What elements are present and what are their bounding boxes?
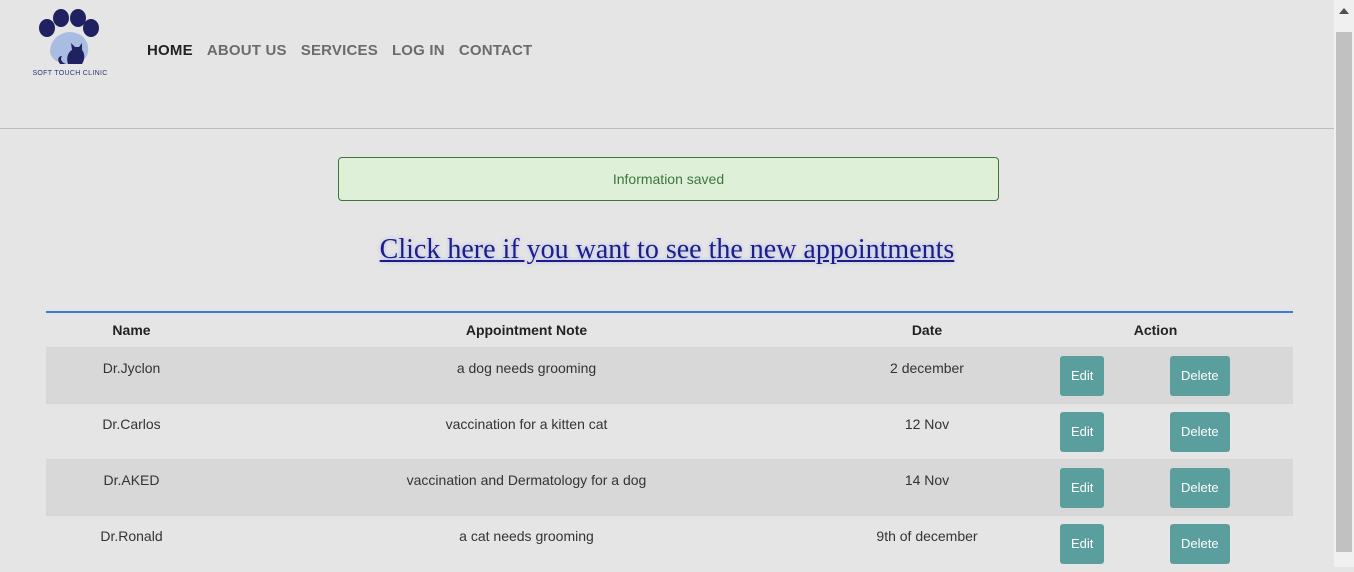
success-alert: Information saved <box>338 157 999 201</box>
nav-log-in[interactable]: LOG IN <box>392 42 445 59</box>
scroll-up-arrow-icon[interactable] <box>1339 8 1349 14</box>
new-appointments-link[interactable]: Click here if you want to see the new ap… <box>380 234 955 265</box>
table-row: Dr.AKED vaccination and Dermatology for … <box>46 459 1293 516</box>
appointments-table: Name Appointment Note Date Action Dr.Jyc… <box>46 311 1293 572</box>
edit-button[interactable]: Edit <box>1060 524 1105 564</box>
table-row: Dr.Ronald a cat needs grooming 9th of de… <box>46 515 1293 572</box>
cell-date: 9th of december <box>836 515 1018 572</box>
edit-button[interactable]: Edit <box>1060 412 1105 452</box>
delete-button[interactable]: Delete <box>1170 468 1230 508</box>
header-date: Date <box>911 322 943 338</box>
cell-note: a cat needs grooming <box>217 515 836 572</box>
header-action: Action <box>1133 322 1178 338</box>
edit-button[interactable]: Edit <box>1060 356 1105 396</box>
cell-action: Edit Delete <box>1018 347 1293 404</box>
cell-action: Edit Delete <box>1018 403 1293 460</box>
page: SOFT TOUCH CLINIC HOME ABOUT US SERVICES… <box>0 0 1334 572</box>
cell-name: Dr.Jyclon <box>46 347 217 404</box>
table-row: Dr.Jyclon a dog needs grooming 2 decembe… <box>46 347 1293 404</box>
cell-name: Dr.Carlos <box>46 403 217 460</box>
main-nav: HOME ABOUT US SERVICES LOG IN CONTACT <box>147 42 532 59</box>
delete-button[interactable]: Delete <box>1170 356 1230 396</box>
delete-button[interactable]: Delete <box>1170 412 1230 452</box>
vertical-scrollbar[interactable] <box>1334 0 1354 567</box>
table-header-row: Name Appointment Note Date Action <box>46 313 1293 348</box>
header-name: Name <box>112 322 151 338</box>
paw-print-cat-icon <box>39 9 99 64</box>
edit-button[interactable]: Edit <box>1060 468 1105 508</box>
nav-services[interactable]: SERVICES <box>301 42 378 59</box>
clinic-logo[interactable]: SOFT TOUCH CLINIC <box>30 8 110 80</box>
cell-date: 14 Nov <box>836 459 1018 516</box>
cell-name: Dr.Ronald <box>46 515 217 572</box>
nav-contact[interactable]: CONTACT <box>459 42 533 59</box>
nav-home[interactable]: HOME <box>147 42 193 59</box>
logo-text: SOFT TOUCH CLINIC <box>32 70 108 77</box>
scrollbar-thumb[interactable] <box>1336 32 1352 552</box>
nav-about-us[interactable]: ABOUT US <box>207 42 287 59</box>
table-row: Dr.Carlos vaccination for a kitten cat 1… <box>46 403 1293 460</box>
cell-note: a dog needs grooming <box>217 347 836 404</box>
cell-name: Dr.AKED <box>46 459 217 516</box>
cell-note: vaccination and Dermatology for a dog <box>217 459 836 516</box>
appointments-link-container: Click here if you want to see the new ap… <box>0 234 1334 266</box>
delete-button[interactable]: Delete <box>1170 524 1230 564</box>
cell-action: Edit Delete <box>1018 515 1293 572</box>
cell-date: 12 Nov <box>836 403 1018 460</box>
site-header: SOFT TOUCH CLINIC HOME ABOUT US SERVICES… <box>0 0 1334 129</box>
cell-action: Edit Delete <box>1018 459 1293 516</box>
cell-note: vaccination for a kitten cat <box>217 403 836 460</box>
cell-date: 2 december <box>836 347 1018 404</box>
header-appointment-note: Appointment Note <box>465 322 588 338</box>
